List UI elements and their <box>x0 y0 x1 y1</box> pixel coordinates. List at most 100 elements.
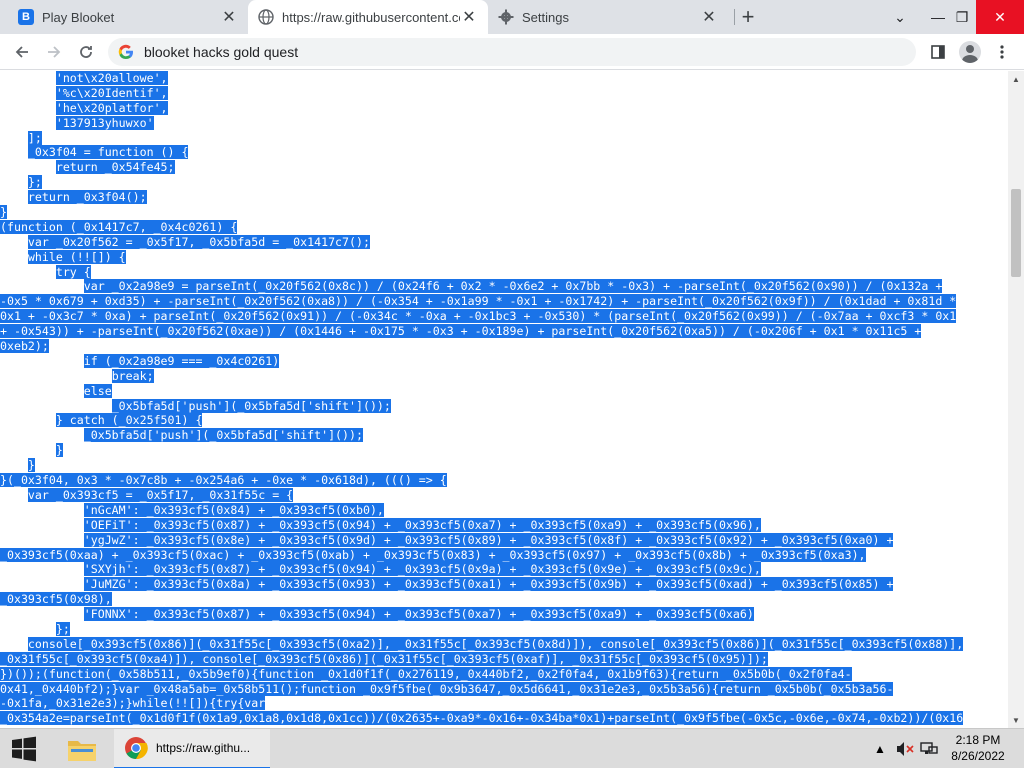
side-panel-icon <box>931 45 945 59</box>
windows-taskbar: https://raw.githu... ▲ 2:18 PM 8/26/2022 <box>0 728 1024 768</box>
code-text: return _0x3f04(); <box>27 190 147 205</box>
new-tab-button[interactable]: + <box>736 4 760 29</box>
code-line: '137913yhuwxo' <box>0 115 1008 131</box>
code-line: + -0x543)) + -parseInt(_0x20f562(0xae)) … <box>0 324 1008 339</box>
clock-date: 8/26/2022 <box>951 749 1005 763</box>
close-icon[interactable]: ✕ <box>460 8 478 26</box>
code-line: ]; <box>0 130 1008 146</box>
close-icon[interactable]: ✕ <box>220 8 238 26</box>
source-code-text: 'not\x20allowe', '%c\x20Identif', 'he\x2… <box>0 71 1008 726</box>
code-line: (function (_0x1417c7, _0x4c0261) { <box>0 219 1008 235</box>
close-icon[interactable]: ✕ <box>700 8 718 26</box>
network-icon[interactable] <box>920 729 938 768</box>
code-text: console[_0x393cf5(0x86)](_0x31f55c[_0x39… <box>27 636 964 651</box>
code-line: try { <box>0 264 1008 280</box>
code-line: 'ygJwZ': _0x393cf5(0x8e) + _0x393cf5(0x9… <box>0 532 1008 548</box>
code-text: + -0x543)) + -parseInt(_0x20f562(0xae)) … <box>0 324 922 339</box>
code-text: }; <box>55 621 70 636</box>
code-text: return _0x54fe45; <box>55 160 175 175</box>
code-line: _0x393cf5(0xaa) + _0x393cf5(0xac) + _0x3… <box>0 547 1008 563</box>
tab-play-blooket[interactable]: B Play Blooket ✕ <box>8 0 248 34</box>
blooket-icon: B <box>18 9 34 25</box>
reload-button[interactable] <box>72 38 100 66</box>
code-line: 0x1 + -0x3c7 * 0xa) + parseInt(_0x20f562… <box>0 309 1008 324</box>
side-panel-button[interactable] <box>924 38 952 66</box>
reload-icon <box>80 46 92 58</box>
code-text: 'not\x20allowe', <box>55 71 168 85</box>
kebab-menu-icon <box>1000 45 1004 59</box>
code-line: } <box>0 458 1008 473</box>
system-clock[interactable]: 2:18 PM 8/26/2022 <box>940 732 1016 764</box>
page-content: 'not\x20allowe', '%c\x20Identif', 'he\x2… <box>0 71 1008 728</box>
code-text: 'ygJwZ': _0x393cf5(0x8e) + _0x393cf5(0x9… <box>83 532 894 547</box>
start-button[interactable] <box>0 729 48 768</box>
volume-muted-icon[interactable] <box>896 729 914 768</box>
google-icon <box>118 44 133 60</box>
tab-separator <box>734 9 735 25</box>
clock-time: 2:18 PM <box>955 733 1001 747</box>
tab-search-button[interactable]: ⌄ <box>880 0 920 34</box>
forward-button[interactable] <box>40 38 68 66</box>
vertical-scrollbar[interactable]: ▲ ▼ <box>1008 71 1024 728</box>
scroll-up-icon[interactable]: ▲ <box>1008 71 1024 87</box>
show-hidden-icons-button[interactable]: ▲ <box>874 729 886 768</box>
code-text: } <box>55 443 63 458</box>
code-text: '%c\x20Identif', <box>55 85 168 100</box>
code-text: break; <box>111 368 154 383</box>
code-text: 'JuMZG': _0x393cf5(0x8a) + _0x393cf5(0x9… <box>83 577 894 592</box>
code-text: })());(function(_0x58b511,_0x5b9ef0){fun… <box>0 666 852 681</box>
arrow-left-icon <box>15 46 28 58</box>
taskbar-file-explorer[interactable] <box>60 729 104 768</box>
code-line: 'FONNX': _0x393cf5(0x87) + _0x393cf5(0x9… <box>0 607 1008 622</box>
code-line: _0x354a2e=parseInt(_0x1d0f1f(0x1a9,0x1a8… <box>0 711 1008 726</box>
taskbar-chrome-label: https://raw.githu... <box>156 741 251 755</box>
taskbar-chrome[interactable]: https://raw.githu... <box>114 729 270 768</box>
code-line: 'nGcAM': _0x393cf5(0x84) + _0x393cf5(0xb… <box>0 502 1008 518</box>
tab-title: Play Blooket <box>42 9 115 25</box>
code-line: 'SXYjh': _0x393cf5(0x87) + _0x393cf5(0x9… <box>0 562 1008 577</box>
code-line: } <box>0 205 1008 220</box>
code-line: 'not\x20allowe', <box>0 71 1008 86</box>
code-text: 'he\x20platfor', <box>55 100 168 115</box>
code-line: }; <box>0 175 1008 190</box>
code-text: _0x354a2e=parseInt(_0x1d0f1f(0x1a9,0x1a8… <box>0 711 964 726</box>
profile-button[interactable] <box>956 38 984 66</box>
code-text: 0x41,_0x440bf2);}var _0x48a5ab=_0x58b511… <box>0 681 894 696</box>
tab-settings[interactable]: Settings ✕ <box>488 0 728 34</box>
code-line: return _0x3f04(); <box>0 190 1008 205</box>
back-button[interactable] <box>8 38 36 66</box>
code-text: while (!![]) { <box>27 249 126 264</box>
code-text: ]; <box>27 130 42 145</box>
code-text: } catch (_0x25f501) { <box>55 413 203 428</box>
menu-button[interactable] <box>988 38 1016 66</box>
code-text: }(_0x3f04, 0x3 * -0x7c8b + -0x254a6 + -0… <box>0 473 447 488</box>
tab-raw-github[interactable]: https://raw.githubusercontent.co ✕ <box>248 0 488 34</box>
code-line: } <box>0 443 1008 458</box>
scrollbar-thumb[interactable] <box>1011 189 1021 277</box>
code-line: -0x5 * 0x679 + 0xd35) + -parseInt(_0x20f… <box>0 294 1008 309</box>
close-window-button[interactable]: ✕ <box>976 0 1024 34</box>
code-line: if (_0x2a98e9 === _0x4c0261) <box>0 353 1008 369</box>
code-line: -0x1fa,_0x31e2e3);}while(!![]){try{var <box>0 696 1008 711</box>
code-line: var _0x393cf5 = _0x5f17, _0x31f55c = { <box>0 487 1008 503</box>
tab-title: https://raw.githubusercontent.co <box>282 9 460 25</box>
address-input[interactable] <box>144 44 844 60</box>
scroll-down-icon[interactable]: ▼ <box>1008 712 1024 728</box>
code-line: 0xeb2); <box>0 339 1008 354</box>
address-bar[interactable] <box>108 38 916 66</box>
speaker-muted-icon <box>897 742 914 756</box>
folder-icon <box>68 741 96 761</box>
